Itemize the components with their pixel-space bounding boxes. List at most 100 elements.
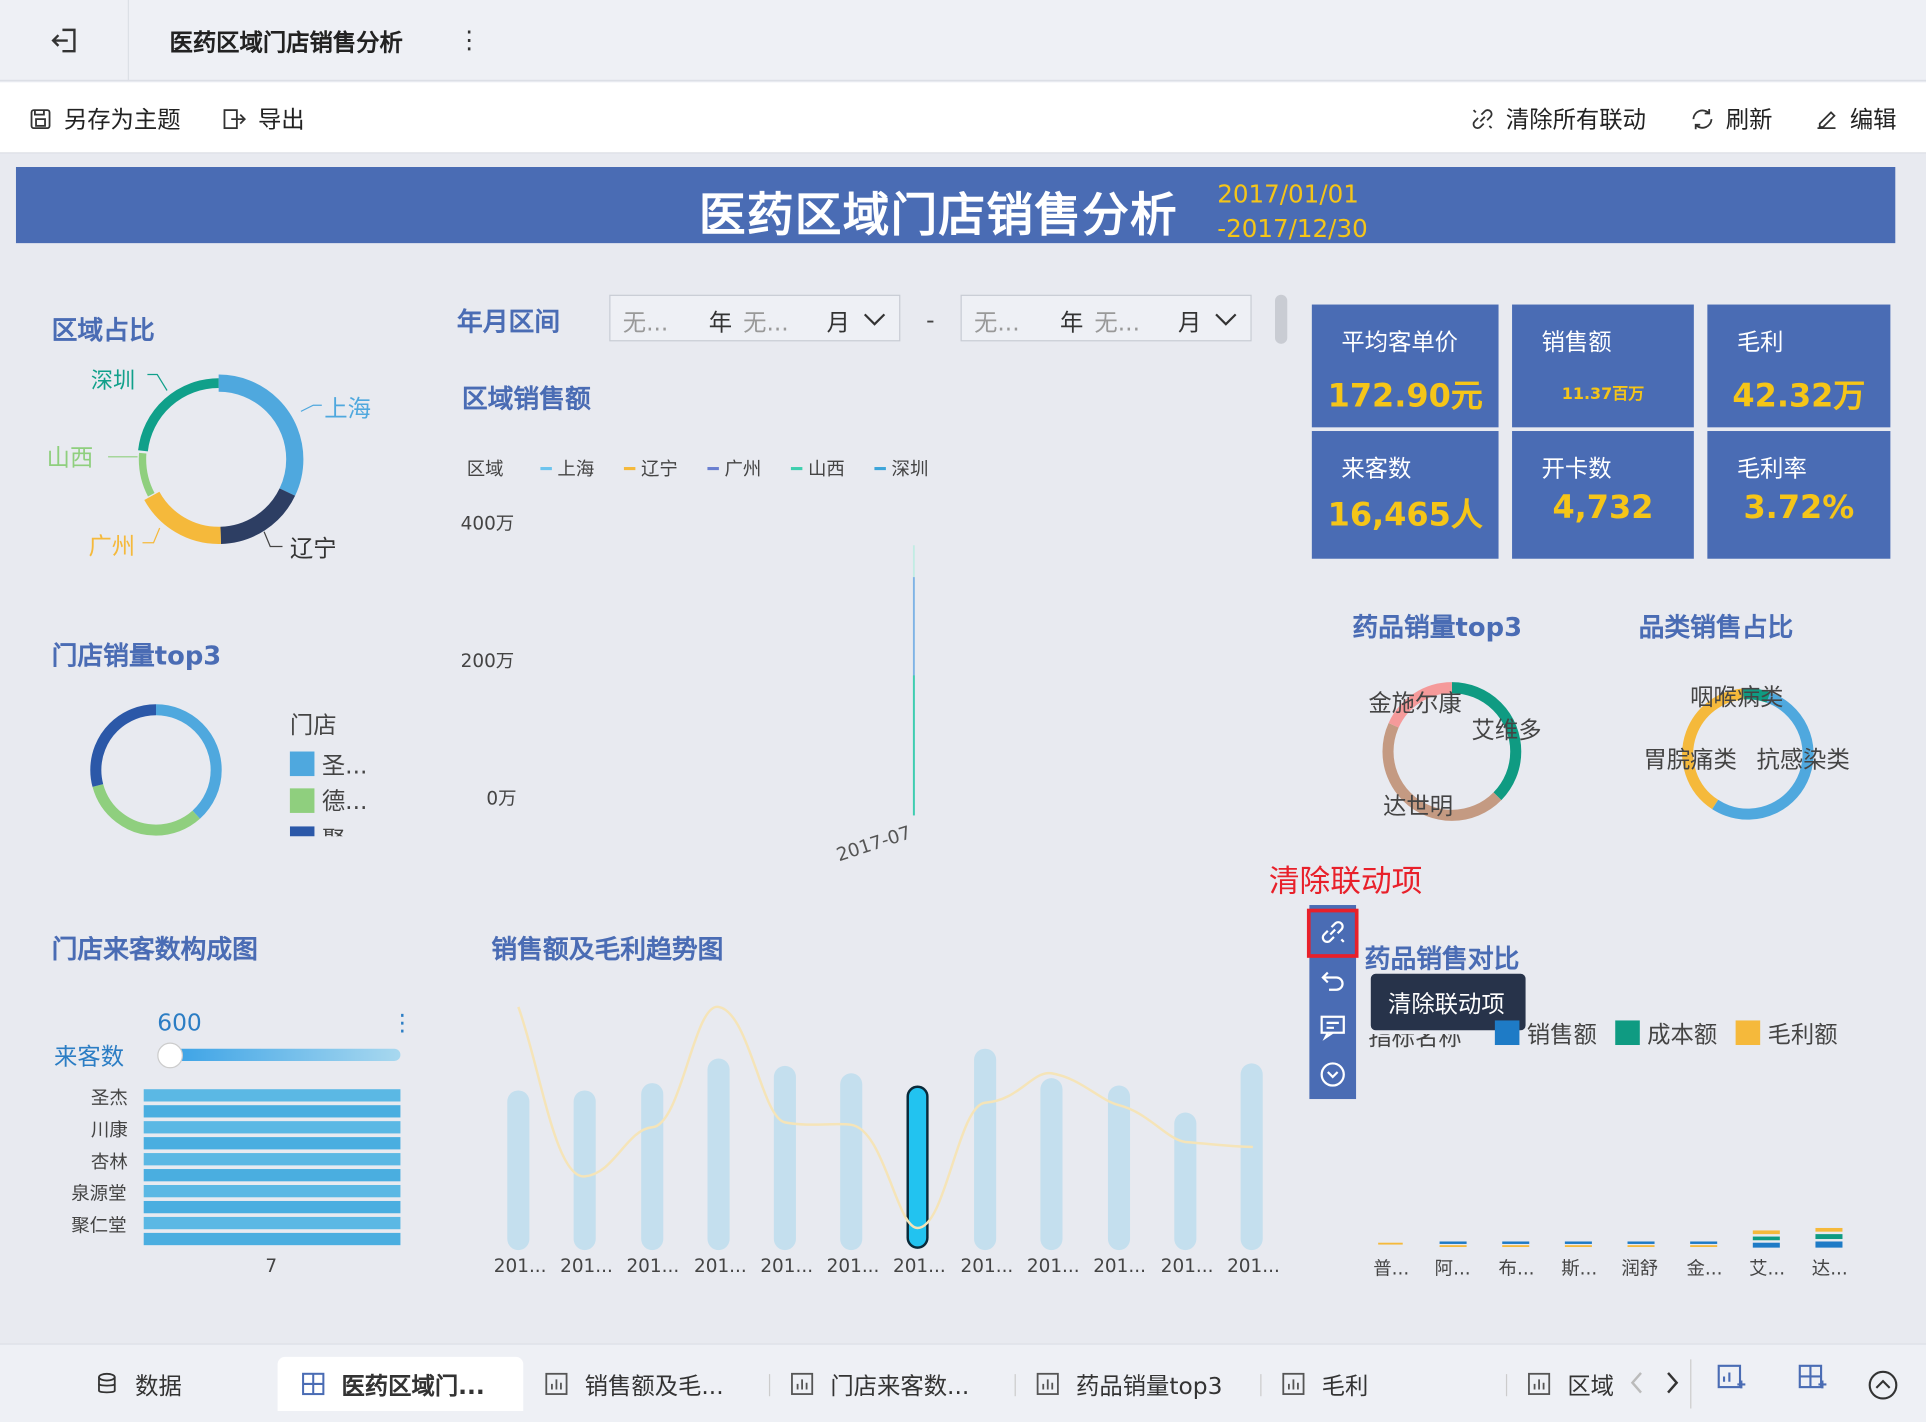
slider-value: 600 <box>157 1009 202 1037</box>
kpi-label: 平均客单价 <box>1341 329 1459 357</box>
refresh-icon <box>1692 108 1713 129</box>
add-component-icon[interactable] <box>1715 1362 1747 1394</box>
edit-icon <box>1817 110 1836 129</box>
store-legend-item[interactable]: 德... <box>322 783 368 816</box>
tab-sales-trend[interactable]: 销售额及毛... <box>543 1357 724 1411</box>
store-legend-clipped: 聚 <box>289 824 462 837</box>
legend-item-shanghai[interactable]: ━ 上海 <box>540 456 594 482</box>
category-label: 咽喉病类 <box>1690 683 1784 711</box>
legend-item-cost[interactable]: 成本额 <box>1647 1017 1717 1050</box>
collapse-up-icon[interactable] <box>1867 1369 1899 1401</box>
tab-visitor[interactable]: 门店来客数... <box>789 1357 969 1411</box>
kpi-sales[interactable]: 销售额 11.37百万 <box>1512 304 1694 428</box>
start-date-select[interactable]: 无... 年 无... 月 <box>609 294 901 342</box>
trend-chart[interactable] <box>491 995 1289 1259</box>
tab-dashboard[interactable]: 医药区域门... <box>277 1356 524 1411</box>
drug-compare-legend-prefix-clip: 指标名称 <box>1368 1034 1491 1051</box>
x-tick-label: 普... <box>1373 1257 1410 1280</box>
comment-icon[interactable] <box>1318 1012 1347 1041</box>
more-menu-icon[interactable]: ⋮ <box>457 25 482 54</box>
store-axis-label: 杏林 <box>90 1150 128 1173</box>
end-date-select[interactable]: 无... 年 无... 月 <box>960 294 1252 342</box>
x-tick-label: 达... <box>1811 1257 1848 1280</box>
store-axis-label: 聚仁堂 <box>71 1214 127 1237</box>
legend-item-guangzhou[interactable]: ━ 广州 <box>708 456 762 482</box>
x-tick-label: 201... <box>826 1254 880 1278</box>
database-icon <box>98 1372 116 1394</box>
visitor-bars[interactable] <box>143 1089 401 1249</box>
kpi-cards-opened[interactable]: 开卡数 4,732 <box>1512 431 1694 559</box>
chevron-right-icon[interactable] <box>1663 1369 1680 1396</box>
store-legend-item[interactable]: 圣... <box>322 748 368 781</box>
kpi-gross-profit[interactable]: 毛利 42.32万 <box>1707 304 1891 428</box>
dashboard-icon <box>302 1372 325 1396</box>
store-top3-donut[interactable] <box>81 697 231 844</box>
save-icon <box>30 108 51 129</box>
exit-icon[interactable] <box>49 25 81 57</box>
dashboard-banner: 医药区域门店销售分析 2017/01/01 -2017/12/30 <box>15 167 1896 244</box>
unlink-icon[interactable] <box>1318 917 1347 946</box>
divider <box>127 0 129 82</box>
tab-gross-profit[interactable]: 毛利 <box>1280 1357 1368 1411</box>
clear-all-links-button[interactable]: 清除所有联动 <box>1469 102 1646 135</box>
x-tick-label: 201... <box>1227 1254 1280 1278</box>
kpi-avg-price[interactable]: 平均客单价 172.90元 <box>1311 304 1499 428</box>
region-sales-lines[interactable] <box>897 540 934 822</box>
drug-compare-legend-prefix: 指标名称 <box>1368 1033 1462 1052</box>
save-as-theme-button[interactable]: 另存为主题 <box>27 102 181 135</box>
legend-item-shanxi[interactable]: ━ 山西 <box>791 456 845 482</box>
drug-compare-bars[interactable] <box>1363 1216 1867 1253</box>
y-tick-label: 200万 <box>460 649 515 672</box>
slider-handle[interactable] <box>157 1042 184 1069</box>
legend-swatch <box>289 788 315 813</box>
more-menu-icon[interactable]: ⋮ <box>391 1009 414 1036</box>
chevron-left-icon[interactable] <box>1629 1369 1646 1396</box>
bar-chart-icon <box>1282 1372 1305 1395</box>
unlink-icon <box>1472 108 1493 129</box>
x-tick-label: 201... <box>892 1254 946 1278</box>
refresh-button[interactable]: 刷新 <box>1689 102 1773 135</box>
store-legend-item[interactable]: 聚 <box>322 824 345 836</box>
x-tick-label: 斯... <box>1561 1257 1598 1280</box>
scrollbar[interactable] <box>1274 294 1288 344</box>
export-button[interactable]: 导出 <box>221 102 305 135</box>
edit-button[interactable]: 编辑 <box>1813 102 1897 135</box>
store-top3-title: 门店销量top3 <box>51 641 222 671</box>
kpi-visitors[interactable]: 来客数 16,465人 <box>1311 431 1499 559</box>
range-slider[interactable] <box>169 1048 401 1061</box>
legend-item-profit[interactable]: 毛利额 <box>1768 1017 1838 1050</box>
kpi-margin-rate[interactable]: 毛利率 3.72% <box>1707 431 1891 559</box>
add-dashboard-icon[interactable] <box>1796 1362 1828 1394</box>
legend-item-liaoning[interactable]: ━ 辽宁 <box>624 456 678 482</box>
region-label-shenzhen: 深圳 <box>90 368 136 395</box>
chevron-down-circle-icon[interactable] <box>1318 1060 1347 1089</box>
refresh-label: 刷新 <box>1725 106 1773 134</box>
tab-region[interactable]: 区域 <box>1526 1357 1622 1411</box>
undo-icon[interactable] <box>1318 964 1347 993</box>
legend-swatch <box>1735 1020 1761 1046</box>
legend-item-sales[interactable]: 销售额 <box>1527 1017 1597 1050</box>
bar-chart-icon <box>1036 1372 1059 1395</box>
legend-item-shenzhen[interactable]: ━ 深圳 <box>875 456 929 482</box>
data-tab[interactable]: 数据 <box>93 1357 182 1411</box>
bar-chart-icon <box>1528 1372 1551 1395</box>
kpi-label: 毛利 <box>1736 329 1784 357</box>
divider <box>1505 1374 1508 1397</box>
visitor-chart-title: 门店来客数构成图 <box>51 934 258 964</box>
date-range-dash: - <box>926 306 935 335</box>
x-tick-label: 2017-07 <box>833 821 914 867</box>
kpi-label: 开卡数 <box>1541 455 1612 483</box>
trend-chart-title: 销售额及毛利趋势图 <box>491 934 724 964</box>
tab-drug-top3[interactable]: 药品销量top3 <box>1034 1357 1222 1411</box>
x-tick-label: 润舒 <box>1621 1257 1659 1280</box>
x-tick-label: 金... <box>1686 1257 1723 1280</box>
bar-chart-icon <box>545 1372 568 1395</box>
x-tick-label: 201... <box>760 1254 814 1278</box>
region-label-shanxi: 山西 <box>46 444 94 472</box>
kpi-value: 3.72% <box>1743 489 1855 527</box>
toolbar: 另存为主题 导出 清除所有联动 刷新 编辑 <box>0 82 1926 154</box>
x-tick-label: 201... <box>1026 1254 1080 1278</box>
store-axis-label: 圣杰 <box>90 1086 128 1109</box>
region-label-shanghai: 上海 <box>324 395 371 423</box>
drug-compare-title: 药品销售对比 <box>1364 944 1520 974</box>
